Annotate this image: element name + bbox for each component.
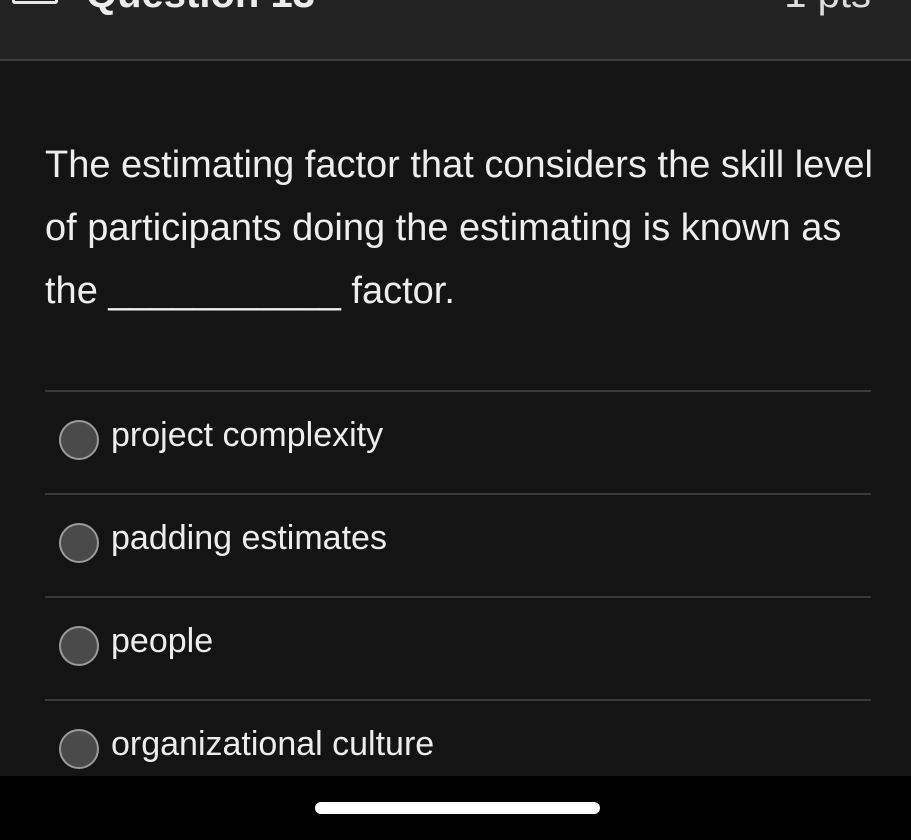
answer-option[interactable]: project complexity xyxy=(45,390,871,493)
question-points: 1 pts xyxy=(784,0,871,14)
radio-button[interactable] xyxy=(59,523,99,563)
radio-button[interactable] xyxy=(59,626,99,666)
answer-label: people xyxy=(111,622,214,660)
answer-label: organizational culture xyxy=(111,725,435,763)
answer-label: padding estimates xyxy=(111,519,387,557)
answer-option[interactable]: padding estimates xyxy=(45,493,871,596)
flag-question-icon[interactable] xyxy=(12,0,58,4)
answer-label: project complexity xyxy=(111,416,384,454)
answer-option[interactable]: organizational culture xyxy=(45,699,871,776)
answer-option[interactable]: people xyxy=(45,596,871,699)
quiz-screen: Question 13 1 pts The estimating factor … xyxy=(0,0,911,776)
home-indicator[interactable] xyxy=(315,802,600,814)
radio-button[interactable] xyxy=(59,420,99,460)
radio-button[interactable] xyxy=(59,729,99,769)
answer-list: project complexity padding estimates peo… xyxy=(45,390,871,776)
question-title: Question 13 xyxy=(86,0,315,14)
question-header: Question 13 1 pts xyxy=(0,0,911,61)
question-text: The estimating factor that considers the… xyxy=(45,144,873,312)
